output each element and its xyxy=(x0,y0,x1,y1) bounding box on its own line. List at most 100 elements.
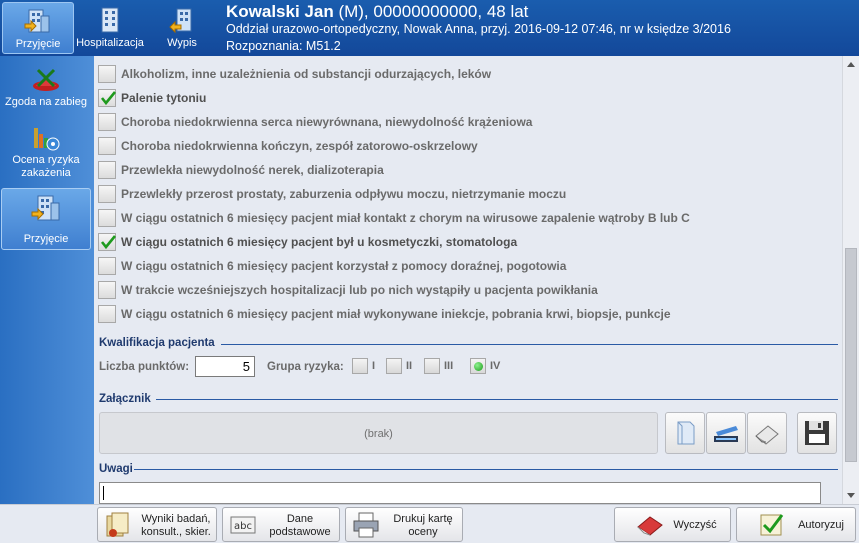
risk-factor-label: Alkoholizm, inne uzależnienia od substan… xyxy=(121,67,492,81)
attachment-box[interactable]: (brak) xyxy=(99,412,658,454)
patient-details: (M), 00000000000, 48 lat xyxy=(333,2,529,21)
sign-check-icon xyxy=(760,514,784,536)
sidebar-item-zgoda[interactable]: Zgoda na zabieg xyxy=(1,64,91,114)
open-file-icon xyxy=(677,421,695,445)
building-icon xyxy=(101,7,119,33)
risk-factor-row[interactable]: Przewlekła niewydolność nerek, dializote… xyxy=(98,160,838,180)
scan-button[interactable] xyxy=(706,412,746,454)
print-card-button[interactable]: Drukuj kartę oceny xyxy=(345,507,463,542)
risk-group-radio[interactable] xyxy=(386,358,402,374)
left-sidebar: Zgoda na zabieg Ocena ryzyka zakażenia P… xyxy=(0,56,94,504)
abc-icon: abc xyxy=(230,516,256,534)
checkmark-icon xyxy=(100,235,116,250)
main-panel: Alkoholizm, inne uzależnienia od substan… xyxy=(94,56,859,504)
risk-factor-row[interactable]: W trakcie wcześniejszych hospitalizacji … xyxy=(98,280,838,300)
patient-diagnosis: Rozpoznania: M51.2 xyxy=(226,39,341,53)
clear-button[interactable]: Wyczyść xyxy=(614,507,731,542)
risk-factor-label: Przewlekła niewydolność nerek, dializote… xyxy=(121,163,384,177)
points-input[interactable] xyxy=(195,356,255,377)
sidebar-item-ocena-ryzyka[interactable]: Ocena ryzyka zakażenia xyxy=(1,122,91,184)
risk-factor-label: W ciągu ostatnich 6 miesięcy pacjent kor… xyxy=(121,259,567,273)
risk-factor-row[interactable]: Choroba niedokrwienna serca niewyrównana… xyxy=(98,112,838,132)
nav-przyjecie[interactable]: Przyjęcie xyxy=(2,2,74,54)
section-divider xyxy=(221,344,838,345)
risk-factor-label: W trakcie wcześniejszych hospitalizacji … xyxy=(121,283,598,297)
checkmark-icon xyxy=(100,91,116,106)
building-exit-icon xyxy=(169,8,192,34)
risk-factor-checkbox[interactable] xyxy=(98,113,116,131)
basic-data-button[interactable]: abc Dane podstawowe xyxy=(222,507,340,542)
risk-group-label: II xyxy=(406,360,413,372)
risk-factor-row[interactable]: W ciągu ostatnich 6 miesięcy pacjent mia… xyxy=(98,208,838,228)
qualification-title: Kwalifikacja pacjenta xyxy=(99,337,215,349)
documents-icon xyxy=(106,512,129,537)
clear-attachment-button[interactable] xyxy=(747,412,787,454)
scroll-thumb[interactable] xyxy=(845,248,857,462)
risk-factor-row[interactable]: Alkoholizm, inne uzależnienia od substan… xyxy=(98,64,838,84)
scroll-up-icon[interactable] xyxy=(847,62,855,67)
risk-group-label: IV xyxy=(490,360,501,372)
risk-group-label: I xyxy=(372,360,376,372)
risk-group-option[interactable]: II xyxy=(386,358,420,376)
button-label: Wyczyść xyxy=(673,519,717,531)
vertical-scrollbar[interactable] xyxy=(842,56,859,504)
selected-indicator-icon xyxy=(474,362,483,371)
risk-factor-row[interactable]: Choroba niedokrwienna kończyn, zespół za… xyxy=(98,136,838,156)
attachment-title: Załącznik xyxy=(99,393,151,405)
risk-factor-checkbox[interactable] xyxy=(98,305,116,323)
nav-label: Przyjęcie xyxy=(15,38,61,50)
remarks-input[interactable] xyxy=(99,482,821,504)
risk-factor-checkbox[interactable] xyxy=(98,209,116,227)
risk-factor-label: Choroba niedokrwienna kończyn, zespół za… xyxy=(121,139,478,153)
risk-group-label: III xyxy=(444,360,454,372)
text-caret xyxy=(103,486,104,500)
app-header: Przyjęcie Hospitalizacja Wypis Kowalski … xyxy=(0,0,859,56)
consent-icon xyxy=(33,68,59,91)
printer-icon xyxy=(353,512,379,538)
risk-factor-label: Palenie tytoniu xyxy=(121,91,207,105)
eraser-icon xyxy=(637,516,663,536)
risk-factor-row[interactable]: Przewlekły przerost prostaty, zaburzenia… xyxy=(98,184,838,204)
authorize-button[interactable]: Autoryzuj xyxy=(736,507,856,542)
building-icon xyxy=(31,195,60,221)
nav-hospitalizacja[interactable]: Hospitalizacja xyxy=(74,2,146,54)
eraser-icon xyxy=(755,425,779,445)
risk-group-option[interactable]: IV xyxy=(470,358,504,376)
section-divider xyxy=(134,469,838,470)
patient-name-text: Kowalski Jan xyxy=(226,2,334,21)
risk-factor-row[interactable]: W ciągu ostatnich 6 miesięcy pacjent kor… xyxy=(98,256,838,276)
risk-factor-row[interactable]: W ciągu ostatnich 6 miesięcy pacjent mia… xyxy=(98,304,838,324)
svg-text:abc: abc xyxy=(234,521,252,532)
risk-factor-checkbox[interactable] xyxy=(98,65,116,83)
risk-group-option[interactable]: I xyxy=(352,358,386,376)
risk-factor-row[interactable]: W ciągu ostatnich 6 miesięcy pacjent był… xyxy=(98,232,838,252)
risk-factor-label: W ciągu ostatnich 6 miesięcy pacjent mia… xyxy=(121,211,690,225)
nav-wypis[interactable]: Wypis xyxy=(146,2,218,54)
risk-factor-checkbox[interactable] xyxy=(98,281,116,299)
risk-factor-checkbox[interactable] xyxy=(98,233,116,251)
sidebar-item-przyjecie[interactable]: Przyjęcie xyxy=(1,188,91,250)
risk-group-radio[interactable] xyxy=(352,358,368,374)
points-label: Liczba punktów: xyxy=(99,361,190,373)
patient-admission-info: Oddział urazowo-ortopedyczny, Nowak Anna… xyxy=(226,22,731,36)
risk-factor-checkbox[interactable] xyxy=(98,257,116,275)
risk-factor-label: W ciągu ostatnich 6 miesięcy pacjent był… xyxy=(121,235,518,249)
scanner-icon xyxy=(714,426,738,442)
risk-group-label: Grupa ryzyka: xyxy=(267,361,344,373)
risk-factor-label: W ciągu ostatnich 6 miesięcy pacjent mia… xyxy=(121,307,671,321)
button-label: Dane podstawowe xyxy=(269,513,331,538)
risk-group-radio[interactable] xyxy=(470,358,486,374)
risk-factor-checkbox[interactable] xyxy=(98,137,116,155)
risk-group-radio[interactable] xyxy=(424,358,440,374)
risk-group-option[interactable]: III xyxy=(424,358,458,376)
risk-factor-checkbox[interactable] xyxy=(98,89,116,107)
nav-label: Wypis xyxy=(167,37,197,49)
scroll-down-icon[interactable] xyxy=(847,493,855,498)
risk-factor-checkbox[interactable] xyxy=(98,161,116,179)
bottom-toolbar: Wyniki badań, konsult., skier. abc Dane po… xyxy=(0,504,859,543)
test-results-button[interactable]: Wyniki badań, konsult., skier. xyxy=(97,507,217,542)
risk-factor-row[interactable]: Palenie tytoniu xyxy=(98,88,838,108)
risk-factor-checkbox[interactable] xyxy=(98,185,116,203)
open-file-button[interactable] xyxy=(665,412,705,454)
save-attachment-button[interactable] xyxy=(797,412,837,454)
